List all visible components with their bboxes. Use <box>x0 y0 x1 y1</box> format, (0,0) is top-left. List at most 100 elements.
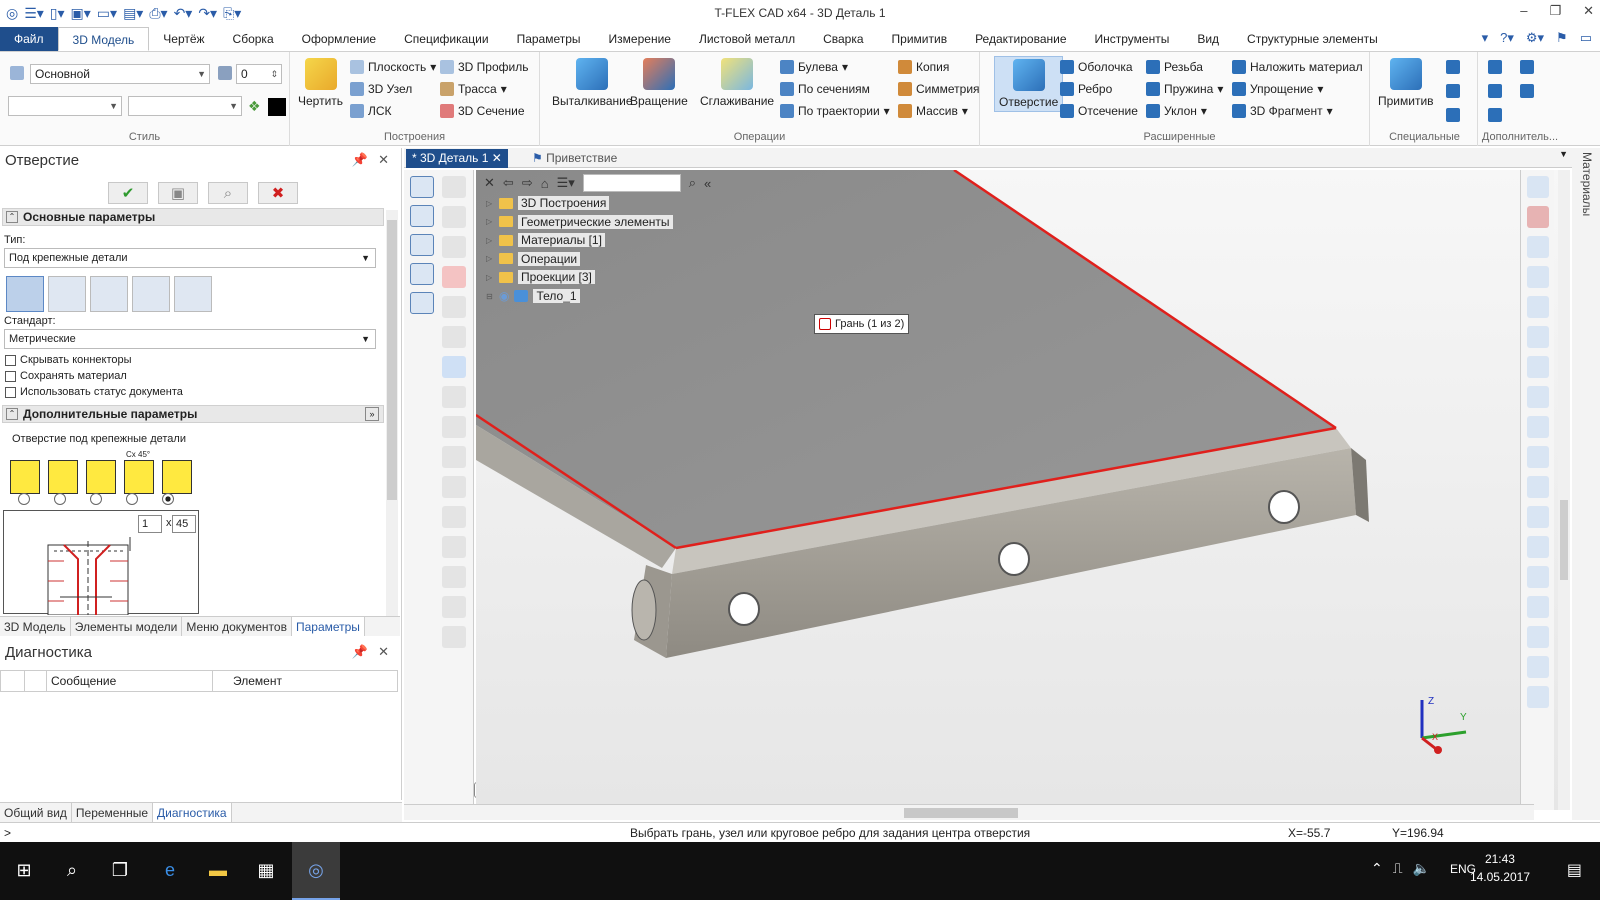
close-icon[interactable]: ✕ <box>378 152 389 168</box>
menu-tab-2[interactable]: Сборка <box>219 27 288 51</box>
viewport-hscroll[interactable] <box>404 804 1534 820</box>
section3d-button[interactable]: 3D Сечение <box>440 104 525 118</box>
hole[interactable] <box>728 592 760 626</box>
tflex-taskbar-icon[interactable]: ◎ <box>292 842 340 900</box>
chevron-down-icon[interactable]: ▼ <box>1559 149 1568 159</box>
hole-variant-icon[interactable] <box>48 460 78 494</box>
line-width-combo[interactable]: ▼ <box>128 96 242 116</box>
snap-icon[interactable] <box>442 536 466 558</box>
menu-tab-10[interactable]: Редактирование <box>961 27 1080 51</box>
green-shape-icon[interactable] <box>1527 596 1549 618</box>
apply-material-button[interactable]: Наложить материал <box>1232 60 1363 74</box>
menu-tab-13[interactable]: Структурные элементы <box>1233 27 1392 51</box>
windows-start-icon[interactable]: ⊞ <box>10 856 38 884</box>
check-blue-icon[interactable] <box>1527 386 1549 408</box>
ok-button[interactable]: ✔ <box>108 182 148 204</box>
connect-icon[interactable] <box>442 236 466 258</box>
close-icon[interactable]: ✕ <box>378 644 389 660</box>
layout-icon[interactable] <box>410 234 434 256</box>
symmetry-button[interactable]: Симметрия <box>898 82 980 96</box>
cancel-button[interactable]: ✖ <box>258 182 298 204</box>
file-explorer-icon[interactable]: ▬ <box>204 856 232 884</box>
menu-tab-0[interactable]: 3D Модель <box>57 27 150 51</box>
list-icon[interactable]: ☰▾ <box>557 175 575 191</box>
expand-icon[interactable]: ⊟ <box>486 292 494 301</box>
drawing-view-icon[interactable] <box>410 176 434 198</box>
save-material-checkbox[interactable]: Сохранять материал <box>5 370 127 382</box>
simplify-button[interactable]: Упрощение ▾ <box>1232 82 1323 96</box>
sphere-icon[interactable] <box>1527 506 1549 528</box>
path-button[interactable]: Трасса ▾ <box>440 82 507 96</box>
grid-icon[interactable] <box>442 386 466 408</box>
page-icon[interactable] <box>410 263 434 285</box>
shell-button[interactable]: Оболочка <box>1060 60 1133 74</box>
col-message[interactable]: Сообщение <box>47 671 213 691</box>
thread-button[interactable]: Резьба <box>1146 60 1203 74</box>
scroll-thumb[interactable] <box>387 220 397 500</box>
hole-variant-radio[interactable] <box>90 493 102 505</box>
restore-icon[interactable]: ❐ <box>1549 3 1561 19</box>
menu-tab-5[interactable]: Параметры <box>503 27 595 51</box>
hole[interactable] <box>1268 490 1300 524</box>
delete-icon[interactable] <box>442 266 466 288</box>
viewport-scrollbar[interactable] <box>1558 170 1570 810</box>
hole-variant-icon[interactable] <box>162 460 192 494</box>
volume-icon[interactable]: 🔈 <box>1413 860 1440 876</box>
expand-icon[interactable]: ▷ <box>486 254 494 263</box>
color-palette-icon[interactable]: ❖ <box>248 98 261 115</box>
rib-button[interactable]: Ребро <box>1060 82 1112 96</box>
notification-icon[interactable]: ▤ <box>1567 860 1582 880</box>
back-icon[interactable]: ⇦ <box>503 175 514 191</box>
type-select[interactable]: Под крепежные детали ▼ <box>4 248 376 268</box>
layer-level-input[interactable]: 0 ⇕ <box>236 64 282 84</box>
hole[interactable] <box>998 542 1030 576</box>
special-tool-icon[interactable] <box>1446 108 1460 122</box>
zoom-in-icon[interactable] <box>1527 236 1549 258</box>
check-icon[interactable] <box>442 176 466 198</box>
rotate-button[interactable]: Вращение <box>630 58 688 108</box>
hole-variant-icon[interactable] <box>10 460 40 494</box>
expand-icon[interactable]: ▷ <box>486 217 494 226</box>
hole-button[interactable]: Отверстие <box>994 56 1064 112</box>
chevron-up-icon[interactable]: ⌃ <box>1371 860 1393 876</box>
menu-tab-1[interactable]: Чертёж <box>149 27 218 51</box>
left-tab-1[interactable]: Элементы модели <box>71 617 183 636</box>
variables-icon[interactable] <box>442 206 466 228</box>
help-icon[interactable]: ?▾ <box>1500 30 1514 46</box>
ruler-icon[interactable] <box>442 626 466 648</box>
panel-scrollbar[interactable] <box>386 210 398 616</box>
bottom-tab-0[interactable]: Общий вид <box>0 803 72 822</box>
search-icon[interactable]: ⌕ <box>58 856 86 884</box>
by-path-button[interactable]: По траектории ▾ <box>780 104 890 118</box>
expand-icon[interactable]: » <box>365 407 379 421</box>
home-icon[interactable]: ⌂ <box>541 176 549 191</box>
gear-icon[interactable]: ⚙▾ <box>1526 30 1544 46</box>
hole-variant-icon[interactable] <box>86 460 116 494</box>
menu-tab-3[interactable]: Оформление <box>288 27 390 51</box>
measure-icon[interactable] <box>442 476 466 498</box>
tree-node[interactable]: ▷ Операции <box>486 251 581 266</box>
menu-tab-7[interactable]: Листовой металл <box>685 27 809 51</box>
counterbore-hole-icon[interactable] <box>174 276 212 312</box>
tree-node[interactable]: ⊟ ◉ Тело_1 <box>486 289 580 303</box>
node3d-button[interactable]: 3D Узел <box>350 82 412 96</box>
rotate-icon[interactable] <box>1527 446 1549 468</box>
primitive-button[interactable]: Примитив <box>1378 58 1434 108</box>
side-hole[interactable] <box>631 579 657 641</box>
cross-hole-icon[interactable] <box>90 276 128 312</box>
extrude-button[interactable]: Выталкивание <box>552 58 633 108</box>
cut-button[interactable]: Отсечение <box>1060 104 1138 118</box>
left-tab-0[interactable]: 3D Модель <box>0 617 71 636</box>
panel-icon[interactable]: ▭ <box>1580 30 1592 46</box>
network-icon[interactable]: ⎍ <box>1393 860 1413 876</box>
collapse-icon[interactable]: ⌃ <box>6 408 18 420</box>
zoom-window-icon[interactable] <box>1527 266 1549 288</box>
tree-node[interactable]: ▷ Геометрические элементы <box>486 214 673 229</box>
menu-tab-12[interactable]: Вид <box>1183 27 1233 51</box>
menu-tab-6[interactable]: Измерение <box>595 27 685 51</box>
menu-tab-9[interactable]: Примитив <box>878 27 962 51</box>
slot-hole-icon[interactable] <box>132 276 170 312</box>
extra-tool-icon[interactable] <box>1488 84 1502 98</box>
printer-icon[interactable] <box>1527 686 1549 708</box>
search-icon[interactable]: ⌕ <box>689 175 696 191</box>
